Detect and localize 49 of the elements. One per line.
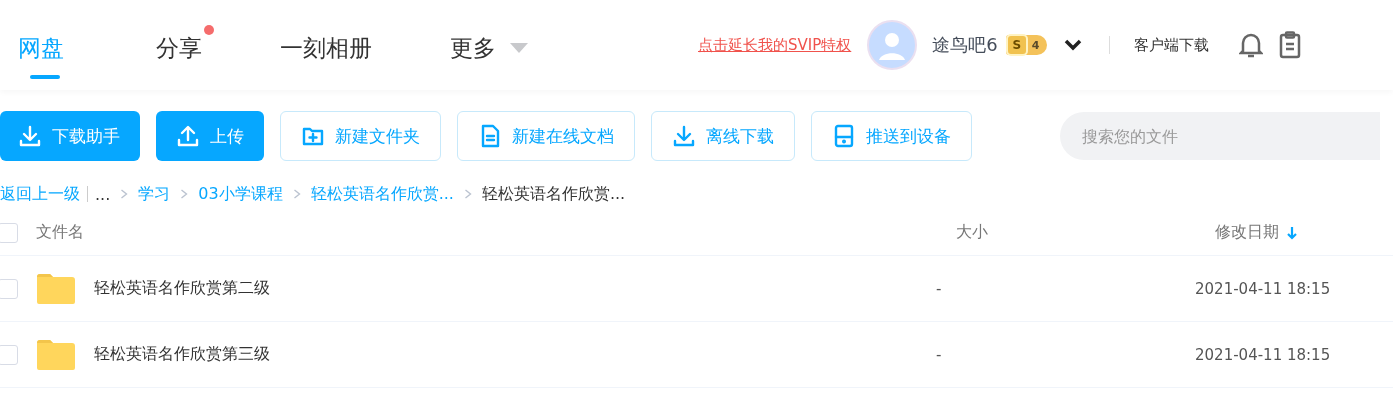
file-name[interactable]: 轻松英语名作欣赏第三级 <box>94 344 270 365</box>
nav-tab[interactable]: 网盘 <box>18 25 76 65</box>
folder-icon <box>36 338 76 371</box>
breadcrumb-item[interactable]: 轻松英语名作欣赏... <box>481 183 626 205</box>
column-header[interactable]: 文件名 <box>36 222 84 243</box>
column-header[interactable]: 修改日期 <box>1215 222 1279 243</box>
column-header[interactable]: 大小 <box>956 222 988 243</box>
file-size: - <box>936 345 943 364</box>
vip-badge-letter: S <box>1005 34 1028 56</box>
modified-date: 2021-04-11 18:15 <box>1195 279 1331 298</box>
bell-icon[interactable] <box>1239 31 1264 59</box>
breadcrumb-item[interactable]: ... <box>95 184 111 204</box>
download-icon <box>672 124 696 148</box>
svip-promo-link[interactable]: 点击延长我的SVIP特权 <box>698 35 852 55</box>
avatar[interactable] <box>867 20 918 70</box>
chevron-right-icon <box>180 189 189 199</box>
file-size: - <box>936 279 943 298</box>
toolbar-button[interactable]: 上传 <box>156 111 264 161</box>
chevron-right-icon <box>463 189 472 199</box>
download-icon <box>18 124 42 148</box>
chevron-right-icon <box>292 189 301 199</box>
search-field[interactable]: 搜索您的文件 <box>1060 112 1380 160</box>
row-checkbox[interactable] <box>0 278 18 299</box>
device-icon <box>832 124 856 148</box>
chevron-down-icon[interactable] <box>1063 38 1084 52</box>
sort-down-icon[interactable] <box>1287 225 1297 240</box>
select-all-checkbox[interactable] <box>0 222 18 243</box>
client-download-link[interactable]: 客户端下载 <box>1134 35 1210 55</box>
toolbar-button[interactable]: 离线下载 <box>651 111 795 161</box>
upload-icon <box>176 124 200 148</box>
toolbar-button[interactable]: 新建文件夹 <box>280 111 441 161</box>
modified-date: 2021-04-11 18:15 <box>1195 345 1331 364</box>
back-link[interactable]: 返回上一级 <box>0 183 80 205</box>
toolbar-button[interactable]: 下载助手 <box>0 111 140 161</box>
breadcrumb-item[interactable]: 学习 <box>138 183 171 205</box>
toolbar-button[interactable]: 推送到设备 <box>811 111 972 161</box>
breadcrumb-item[interactable]: 03小学课程 <box>198 183 283 205</box>
file-name[interactable]: 轻松英语名作欣赏第二级 <box>94 278 270 299</box>
folder-icon <box>36 272 76 305</box>
nav-tab[interactable]: 更多 <box>450 25 540 65</box>
vip-level: 4 <box>1031 38 1040 52</box>
nav-tab[interactable]: 一刻相册 <box>280 25 384 65</box>
chevron-right-icon <box>120 189 129 199</box>
toolbar-button[interactable]: 新建在线文档 <box>457 111 635 161</box>
user-name[interactable]: 途鸟吧6 <box>932 33 998 57</box>
nav-tab[interactable]: 分享 <box>156 25 214 65</box>
row-checkbox[interactable] <box>0 344 18 365</box>
clipboard-icon[interactable] <box>1279 31 1302 59</box>
breadcrumb-item[interactable]: 轻松英语名作欣赏... <box>310 183 454 205</box>
